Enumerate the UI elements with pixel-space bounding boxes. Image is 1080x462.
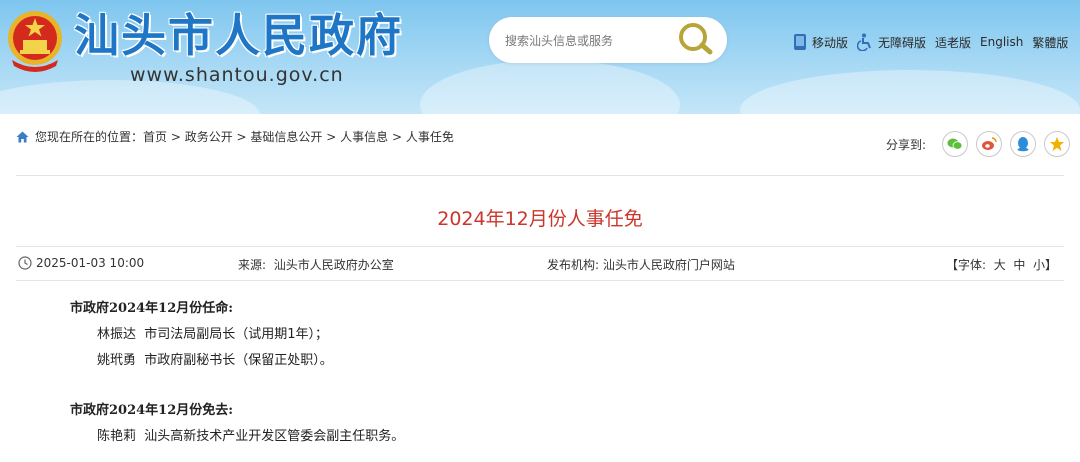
removal-line: 陈艳莉 汕头高新技术产业开发区管委会副主任职务。 (97, 429, 405, 444)
section-heading-appointments: 市政府2024年12月份任命: (70, 301, 234, 316)
link-english-label: English (980, 35, 1024, 49)
national-emblem-icon[interactable] (4, 8, 66, 74)
breadcrumb: 您现在所在的位置： 首页 > 政务公开 > 基础信息公开 > 人事信息 > 人事… (16, 128, 454, 145)
font-size-large-button[interactable]: 大 (994, 258, 1006, 272)
section-heading-removals: 市政府2024年12月份免去: (70, 403, 234, 418)
breadcrumb-link-personnel-info[interactable]: 人事信息 (340, 128, 388, 145)
site-title[interactable]: 汕头市人民政府 (74, 6, 403, 66)
link-traditional-label: 繁體版 (1032, 35, 1069, 50)
breadcrumb-link-appointments[interactable]: 人事任免 (406, 128, 454, 145)
font-size-control: 【字体: 大 中 小】 (946, 256, 1057, 273)
link-accessibility-label: 无障碍版 (878, 35, 927, 50)
link-english[interactable]: English (980, 35, 1023, 49)
font-size-medium-button[interactable]: 中 (1013, 258, 1025, 272)
accessibility-icon (857, 33, 871, 51)
link-mobile-label: 移动版 (812, 35, 849, 50)
breadcrumb-separator: > (167, 129, 185, 144)
breadcrumb-link-basic-info[interactable]: 基础信息公开 (250, 128, 322, 145)
divider (16, 175, 1064, 176)
publish-date-value: 2025-01-03 10:00 (36, 256, 145, 270)
source: 来源: 汕头市人民政府办公室 (238, 256, 394, 273)
share-label: 分享到: (886, 137, 927, 152)
appointment-line: 姚玳勇 市政府副秘书长（保留正处职）。 (97, 353, 333, 368)
link-accessibility[interactable]: 无障碍版 (857, 33, 926, 51)
publisher: 发布机构: 汕头市人民政府门户网站 (547, 256, 735, 273)
link-mobile[interactable]: 移动版 (793, 33, 848, 51)
clock-icon (18, 256, 32, 270)
share-weibo-button[interactable] (976, 131, 1003, 157)
breadcrumb-separator: > (388, 129, 406, 144)
link-elderly[interactable]: 适老版 (935, 34, 971, 51)
link-elderly-label: 适老版 (935, 35, 972, 50)
font-size-close: 】 (1045, 258, 1058, 272)
mobile-icon (794, 34, 806, 50)
share-bar: 分享到: (886, 131, 1071, 157)
publisher-value: 汕头市人民政府门户网站 (602, 258, 735, 272)
breadcrumb-separator: > (232, 129, 251, 144)
source-value: 汕头市人民政府办公室 (273, 258, 394, 272)
publisher-label: 发布机构: (547, 258, 600, 272)
share-qzone-button[interactable] (1044, 131, 1071, 157)
breadcrumb-separator: > (322, 129, 341, 144)
search-input[interactable] (503, 30, 667, 52)
breadcrumb-link-home[interactable]: 首页 (143, 128, 167, 145)
breadcrumb-prefix: 您现在所在的位置： (35, 130, 144, 144)
link-traditional[interactable]: 繁體版 (1032, 34, 1068, 51)
weibo-icon (982, 137, 997, 150)
font-size-small-button[interactable]: 小 (1033, 258, 1045, 272)
search-icon[interactable] (676, 21, 716, 57)
appointment-line: 林振达 市司法局副局长（试用期1年）； (97, 327, 329, 342)
publish-date: 2025-01-03 10:00 (18, 256, 144, 270)
article-meta: 2025-01-03 10:00 来源: 汕头市人民政府办公室 发布机构: 汕头… (16, 246, 1064, 281)
article-body: 市政府2024年12月份任命: 林振达 市司法局副局长（试用期1年）； 姚玳勇 … (70, 296, 404, 450)
font-size-label: 【字体: (946, 258, 987, 272)
site-url[interactable]: www.shantou.gov.cn (130, 64, 344, 86)
share-wechat-button[interactable] (942, 131, 969, 157)
share-qq-button[interactable] (1010, 131, 1037, 157)
wechat-icon (947, 138, 963, 150)
home-icon (16, 131, 29, 142)
source-label: 来源: (238, 258, 267, 272)
header-cloud (420, 60, 680, 114)
qzone-star-icon (1050, 137, 1065, 151)
breadcrumb-link-gov-affairs[interactable]: 政务公开 (185, 128, 233, 145)
top-links: 移动版 无障碍版 适老版 English 繁體版 (793, 33, 1068, 51)
site-header: 汕头市人民政府 www.shantou.gov.cn 移动版 无障碍版 适老版 (0, 0, 1080, 114)
header-cloud (740, 70, 1080, 114)
article-title: 2024年12月份人事任免 (437, 208, 643, 230)
qq-icon (1017, 137, 1029, 152)
